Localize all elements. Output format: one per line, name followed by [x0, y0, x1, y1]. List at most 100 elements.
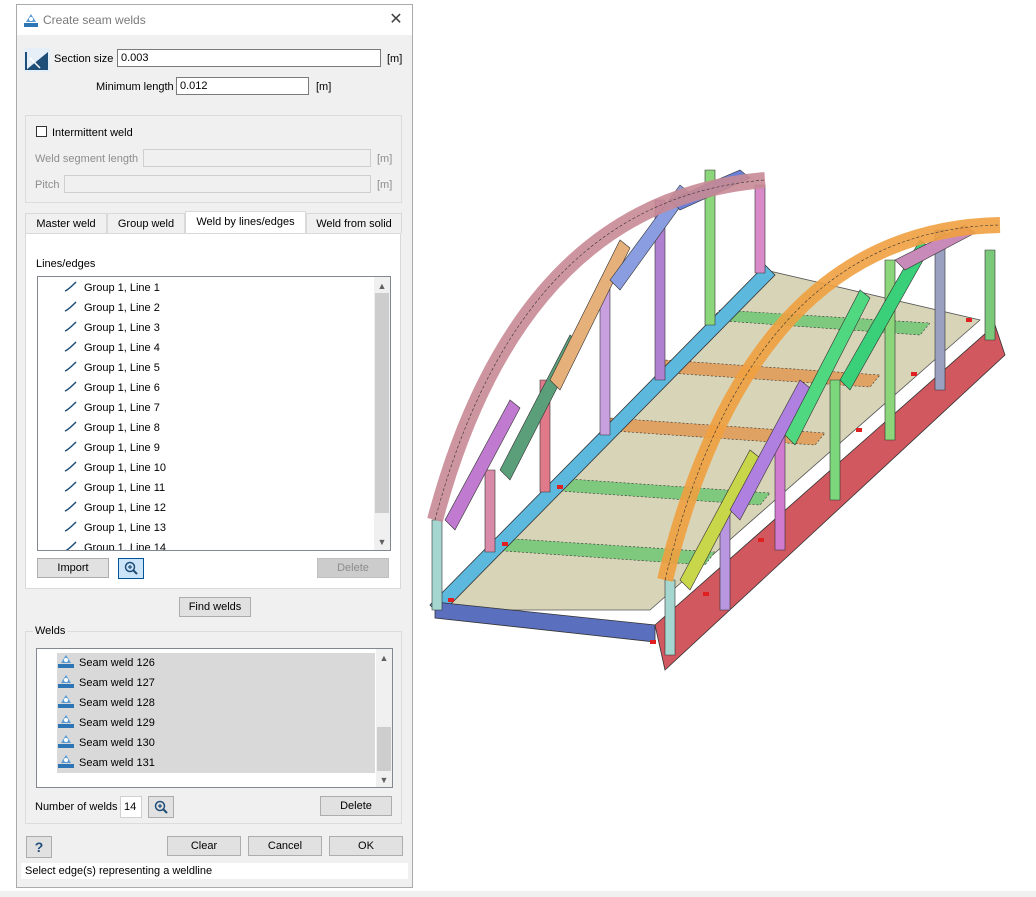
- edge-line-icon: [64, 521, 84, 534]
- line-list-item[interactable]: Group 1, Line 13: [64, 518, 166, 538]
- zoom-welds-button[interactable]: [148, 796, 174, 818]
- help-button[interactable]: ?: [26, 836, 52, 858]
- welds-scroll-down-icon[interactable]: ▼: [379, 775, 389, 785]
- seam-weld-icon: [57, 715, 79, 729]
- scroll-down-icon[interactable]: ▼: [377, 537, 387, 547]
- line-list-item[interactable]: Group 1, Line 7: [64, 398, 160, 418]
- edge-line-icon: [64, 461, 84, 474]
- line-list-item[interactable]: Group 1, Line 11: [64, 478, 165, 498]
- bottom-strip: [0, 891, 1036, 897]
- pitch-unit: [m]: [377, 179, 393, 191]
- edge-line-icon: [64, 341, 84, 354]
- welds-scrollbar[interactable]: ▲ ▼: [376, 649, 392, 787]
- line-list-item-label: Group 1, Line 12: [84, 502, 166, 514]
- line-list-item-label: Group 1, Line 6: [84, 382, 160, 394]
- tab-bar: Master weld Group weld Weld by lines/edg…: [25, 211, 402, 235]
- tab-weld-from-solid[interactable]: Weld from solid: [306, 213, 402, 233]
- close-icon[interactable]: ✕: [386, 10, 406, 30]
- weld-list-item[interactable]: Seam weld 130: [57, 733, 375, 753]
- edge-line-icon: [64, 481, 84, 494]
- edge-line-icon: [64, 501, 84, 514]
- line-list-item[interactable]: Group 1, Line 3: [64, 318, 160, 338]
- edge-line-icon: [64, 301, 84, 314]
- line-list-item-label: Group 1, Line 4: [84, 342, 160, 354]
- weld-list-item[interactable]: Seam weld 126: [57, 653, 375, 673]
- welds-delete-button[interactable]: Delete: [320, 796, 392, 816]
- line-list-item[interactable]: Group 1, Line 6: [64, 378, 160, 398]
- weld-list-item[interactable]: Seam weld 129: [57, 713, 375, 733]
- weld-list-item-label: Seam weld 126: [79, 657, 155, 669]
- lines-scroll-thumb[interactable]: [375, 293, 389, 513]
- seam-weld-icon: [57, 675, 79, 689]
- weld-list-item-label: Seam weld 131: [79, 757, 155, 769]
- number-of-welds-value: 14: [120, 796, 142, 818]
- status-bar: Select edge(s) representing a weldline: [21, 863, 408, 879]
- zoom-lines-button[interactable]: [118, 558, 144, 579]
- seam-weld-icon: [57, 755, 79, 769]
- import-button[interactable]: Import: [37, 558, 109, 578]
- tab-group-weld[interactable]: Group weld: [107, 213, 185, 233]
- intermittent-weld-label: Intermittent weld: [52, 127, 133, 139]
- line-list-item-label: Group 1, Line 11: [84, 482, 166, 494]
- line-list-item-label: Group 1, Line 5: [84, 362, 160, 374]
- dialog-title: Create seam welds: [43, 13, 146, 27]
- line-list-item[interactable]: Group 1, Line 10: [64, 458, 166, 478]
- weld-segment-length-unit: [m]: [377, 153, 393, 165]
- bridge-3d-viewport[interactable]: [420, 140, 1036, 680]
- section-size-icon: [24, 48, 50, 75]
- edge-line-icon: [64, 541, 84, 550]
- zoom-in-icon: [124, 561, 138, 578]
- weld-list-item[interactable]: Seam weld 131: [57, 753, 375, 773]
- welds-scroll-up-icon[interactable]: ▲: [379, 653, 389, 663]
- lines-scrollbar[interactable]: ▲ ▼: [374, 277, 390, 550]
- weld-list-item-label: Seam weld 127: [79, 677, 155, 689]
- intermittent-weld-checkbox[interactable]: [36, 126, 47, 137]
- edge-line-icon: [64, 401, 84, 414]
- line-list-item-label: Group 1, Line 9: [84, 442, 160, 454]
- weld-list-item-label: Seam weld 128: [79, 697, 155, 709]
- clear-button[interactable]: Clear: [167, 836, 241, 856]
- line-list-item[interactable]: Group 1, Line 1: [64, 278, 160, 298]
- edge-line-icon: [64, 421, 84, 434]
- line-list-item[interactable]: Group 1, Line 5: [64, 358, 160, 378]
- seam-weld-app-icon: [23, 12, 39, 31]
- weld-list-item-label: Seam weld 129: [79, 717, 155, 729]
- seam-weld-icon: [57, 655, 79, 669]
- seam-weld-icon: [57, 735, 79, 749]
- welds-label: Welds: [33, 625, 68, 637]
- number-of-welds-label: Number of welds: [35, 801, 118, 813]
- tab-weld-by-lines-edges[interactable]: Weld by lines/edges: [185, 211, 306, 233]
- title-bar: Create seam welds ✕: [17, 5, 412, 35]
- weld-list-item[interactable]: Seam weld 128: [57, 693, 375, 713]
- create-seam-welds-dialog: Create seam welds ✕ Section size 0.003 […: [16, 4, 413, 888]
- line-list-item-label: Group 1, Line 3: [84, 322, 160, 334]
- section-size-label: Section size: [54, 53, 114, 65]
- weld-segment-length-label: Weld segment length: [35, 153, 139, 165]
- zoom-in-icon: [154, 800, 168, 817]
- edge-line-icon: [64, 441, 84, 454]
- line-list-item[interactable]: Group 1, Line 2: [64, 298, 160, 318]
- line-list-item[interactable]: Group 1, Line 4: [64, 338, 160, 358]
- cancel-button[interactable]: Cancel: [248, 836, 322, 856]
- minimum-length-field[interactable]: 0.012: [176, 77, 309, 95]
- tab-master-weld[interactable]: Master weld: [25, 213, 107, 233]
- edge-line-icon: [64, 321, 84, 334]
- line-list-item[interactable]: Group 1, Line 8: [64, 418, 160, 438]
- welds-list[interactable]: Seam weld 126 Seam weld 127 Seam weld 128 S…: [36, 648, 393, 788]
- lines-edges-list[interactable]: Group 1, Line 1 Group 1, Line 2 Group 1, L…: [37, 276, 391, 551]
- welds-scroll-thumb[interactable]: [377, 727, 391, 771]
- pitch-field: [64, 175, 371, 193]
- scroll-up-icon[interactable]: ▲: [377, 281, 387, 291]
- line-list-item[interactable]: Group 1, Line 12: [64, 498, 166, 518]
- ok-button[interactable]: OK: [329, 836, 403, 856]
- weld-list-item[interactable]: Seam weld 127: [57, 673, 375, 693]
- lines-delete-button[interactable]: Delete: [317, 558, 389, 578]
- section-size-field[interactable]: 0.003: [117, 49, 381, 67]
- tab-pane-lines-edges: Lines/edges Group 1, Line 1 Group 1, Line…: [25, 233, 401, 589]
- line-list-item[interactable]: Group 1, Line 9: [64, 438, 160, 458]
- find-welds-button[interactable]: Find welds: [179, 597, 251, 617]
- line-list-item-label: Group 1, Line 8: [84, 422, 160, 434]
- line-list-item[interactable]: Group 1, Line 14: [64, 538, 166, 550]
- edge-line-icon: [64, 361, 84, 374]
- line-list-item-label: Group 1, Line 1: [84, 282, 160, 294]
